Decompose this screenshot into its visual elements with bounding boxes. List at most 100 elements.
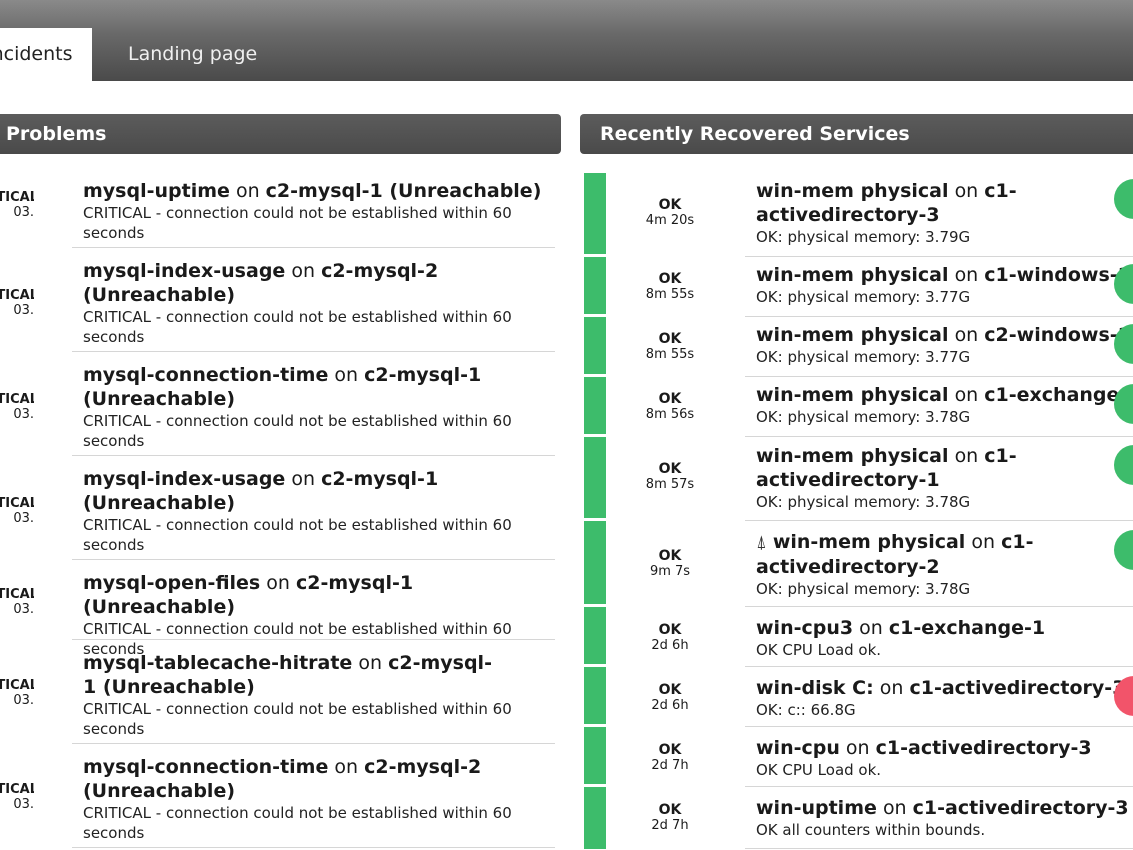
recovered-state: OK 2d 7h: [651, 742, 689, 773]
problem-output: CRITICAL - connection could not be estab…: [83, 804, 512, 842]
tab-landing-page[interactable]: Landing page: [128, 28, 257, 81]
recovered-row[interactable]: OK 4m 20s win-mem physical on c1-activedi…: [584, 173, 1133, 257]
recovered-row[interactable]: OK 2d 6h win-cpu3 on c1-exchange-1 OK CPU…: [584, 607, 1133, 667]
recovered-content: win-uptime on c1-activedirectory-3 OK al…: [745, 787, 1133, 849]
service-name[interactable]: win-mem physical: [756, 180, 949, 202]
problem-content: mysql-uptime on c2-mysql-1 (Unreachable)…: [72, 172, 555, 248]
service-name[interactable]: win-mem physical: [756, 324, 949, 346]
recovered-row[interactable]: OK 2d 7h win-uptime on c1-activedirectory…: [584, 787, 1133, 849]
recovered-state: OK 8m 55s: [645, 331, 695, 362]
problem-row[interactable]: CRITICAL03. mysql-connection-time on c2-…: [0, 744, 555, 848]
recovered-row[interactable]: OK 8m 55s win-mem physical on c2-windows-…: [584, 317, 1133, 377]
problem-output: CRITICAL - connection could not be estab…: [83, 308, 512, 346]
recovered-output: OK: physical memory: 3.78G: [756, 580, 971, 598]
service-name[interactable]: mysql-uptime: [83, 180, 230, 202]
host-name[interactable]: c1-activedirectory-3: [876, 737, 1092, 759]
problem-output: CRITICAL - connection could not be estab…: [83, 516, 512, 554]
host-name[interactable]: c1-activedirectory-3: [913, 797, 1129, 819]
recovered-panel-title: Recently Recovered Services: [580, 114, 1133, 154]
recovered-state: OK 4m 20s: [645, 197, 695, 228]
problem-row[interactable]: CRITICAL03. mysql-index-usage on c2-mysq…: [0, 456, 555, 560]
top-bar: Incidents Landing page: [0, 0, 1133, 81]
status-bar: [584, 727, 606, 784]
problem-content: mysql-open-files on c2-mysql-1 (Unreacha…: [72, 560, 555, 658]
service-name[interactable]: win-cpu3: [756, 617, 853, 639]
service-name[interactable]: mysql-connection-time: [83, 364, 328, 386]
recovered-row[interactable]: OK 8m 57s win-mem physical on c1-activedi…: [584, 437, 1133, 521]
host-name[interactable]: c2-mysql-1 (Unreachable): [266, 180, 542, 202]
recovered-row[interactable]: OK 8m 55s win-mem physical on c1-windows-…: [584, 257, 1133, 317]
recovered-state: OK 2d 7h: [651, 802, 689, 833]
service-name[interactable]: mysql-index-usage: [83, 260, 285, 282]
problem-row[interactable]: CRITICAL03. mysql-index-usage on c2-mysq…: [0, 248, 555, 352]
recovered-state: OK 2d 6h: [651, 682, 689, 713]
recovered-output: OK: physical memory: 3.79G: [756, 228, 971, 246]
service-name[interactable]: mysql-connection-time: [83, 756, 328, 778]
status-bar: [584, 317, 606, 374]
host-name[interactable]: c1-activedirectory-3: [909, 677, 1125, 699]
problem-row[interactable]: CRITICAL03. mysql-tablecache-hitrate on …: [0, 640, 555, 744]
tab-incidents[interactable]: Incidents: [0, 28, 92, 81]
recovered-row[interactable]: OK 8m 56s win-mem physical on c1-exchange…: [584, 377, 1133, 437]
service-name[interactable]: win-disk C:: [756, 677, 874, 699]
recovered-output: OK all counters within bounds.: [756, 821, 986, 839]
status-bar: [584, 377, 606, 434]
recovered-content: win-disk C: on c1-activedirectory-3 OK: …: [745, 667, 1133, 727]
recovered-output: OK: physical memory: 3.78G: [756, 493, 971, 511]
status-bar: [584, 437, 606, 518]
service-name[interactable]: mysql-index-usage: [83, 468, 285, 490]
recovered-row[interactable]: OK 9m 7s ⍋ win-mem physical on c1-activedi…: [584, 521, 1133, 607]
recovered-content: win-cpu3 on c1-exchange-1 OK CPU Load ok…: [745, 607, 1133, 667]
problem-state: CRITICAL03.: [0, 288, 34, 318]
traffic-cone-icon: ⍋: [756, 532, 767, 553]
recovered-output: OK: physical memory: 3.77G: [756, 348, 971, 366]
host-name[interactable]: c1-exchange-1: [889, 617, 1045, 639]
problem-state: CRITICAL03.: [0, 587, 34, 617]
recovered-output: OK: c:: 66.8G: [756, 701, 856, 719]
recovered-state: OK 8m 57s: [645, 461, 695, 492]
problem-state: CRITICAL03.: [0, 678, 34, 708]
recovered-output: OK CPU Load ok.: [756, 761, 882, 779]
service-name[interactable]: win-mem physical: [756, 445, 949, 467]
problem-row[interactable]: CRITICAL03. mysql-connection-time on c2-…: [0, 352, 555, 456]
service-name[interactable]: win-cpu: [756, 737, 840, 759]
problem-state: CRITICAL03.: [0, 496, 34, 526]
recovered-content: ⍋ win-mem physical on c1-activedirectory-…: [745, 521, 1133, 607]
recovered-content: win-mem physical on c2-windows-1 OK: phy…: [745, 317, 1133, 377]
problem-state: CRITICAL03.: [0, 782, 34, 812]
problem-content: mysql-index-usage on c2-mysql-1 (Unreach…: [72, 456, 555, 560]
problem-output: CRITICAL - connection could not be estab…: [83, 204, 512, 242]
service-name[interactable]: win-uptime: [756, 797, 877, 819]
service-name[interactable]: win-mem physical: [773, 531, 966, 553]
problem-content: mysql-index-usage on c2-mysql-2 (Unreach…: [72, 248, 555, 352]
recovered-row[interactable]: OK 2d 6h win-disk C: on c1-activedirector…: [584, 667, 1133, 727]
recovered-state: OK 2d 6h: [651, 622, 689, 653]
service-name[interactable]: win-mem physical: [756, 264, 949, 286]
recovered-row[interactable]: OK 2d 7h win-cpu on c1-activedirectory-3 …: [584, 727, 1133, 787]
problem-row[interactable]: CRITICAL03. mysql-uptime on c2-mysql-1 (…: [0, 172, 555, 248]
recovered-content: win-cpu on c1-activedirectory-3 OK CPU L…: [745, 727, 1133, 787]
problem-content: mysql-connection-time on c2-mysql-2 (Unr…: [72, 744, 555, 848]
host-name[interactable]: c1-exchange-1: [984, 384, 1133, 406]
status-bar: [584, 173, 606, 254]
service-name[interactable]: mysql-open-files: [83, 572, 260, 594]
host-name[interactable]: c1-windows-1: [984, 264, 1131, 286]
problems-panel-title: Problems: [0, 114, 561, 154]
problem-state: CRITICAL03.: [0, 190, 34, 220]
service-name[interactable]: mysql-tablecache-hitrate: [83, 652, 352, 674]
service-name[interactable]: win-mem physical: [756, 384, 949, 406]
recovered-content: win-mem physical on c1-activedirectory-1…: [745, 437, 1133, 521]
recovered-output: OK CPU Load ok.: [756, 641, 882, 659]
status-bar: [584, 521, 606, 604]
problem-output: CRITICAL - connection could not be estab…: [83, 412, 512, 450]
problem-content: mysql-connection-time on c2-mysql-1 (Unr…: [72, 352, 555, 456]
problem-row[interactable]: CRITICAL03. mysql-open-files on c2-mysql…: [0, 560, 555, 658]
recovered-state: OK 8m 56s: [645, 391, 695, 422]
recovered-content: win-mem physical on c1-activedirectory-3…: [745, 173, 1133, 257]
recovered-state: OK 9m 7s: [649, 548, 691, 579]
problem-output: CRITICAL - connection could not be estab…: [83, 700, 512, 738]
recovered-state: OK 8m 55s: [645, 271, 695, 302]
problem-state: CRITICAL03.: [0, 392, 34, 422]
host-name[interactable]: c2-windows-1: [984, 324, 1131, 346]
status-bar: [584, 257, 606, 314]
